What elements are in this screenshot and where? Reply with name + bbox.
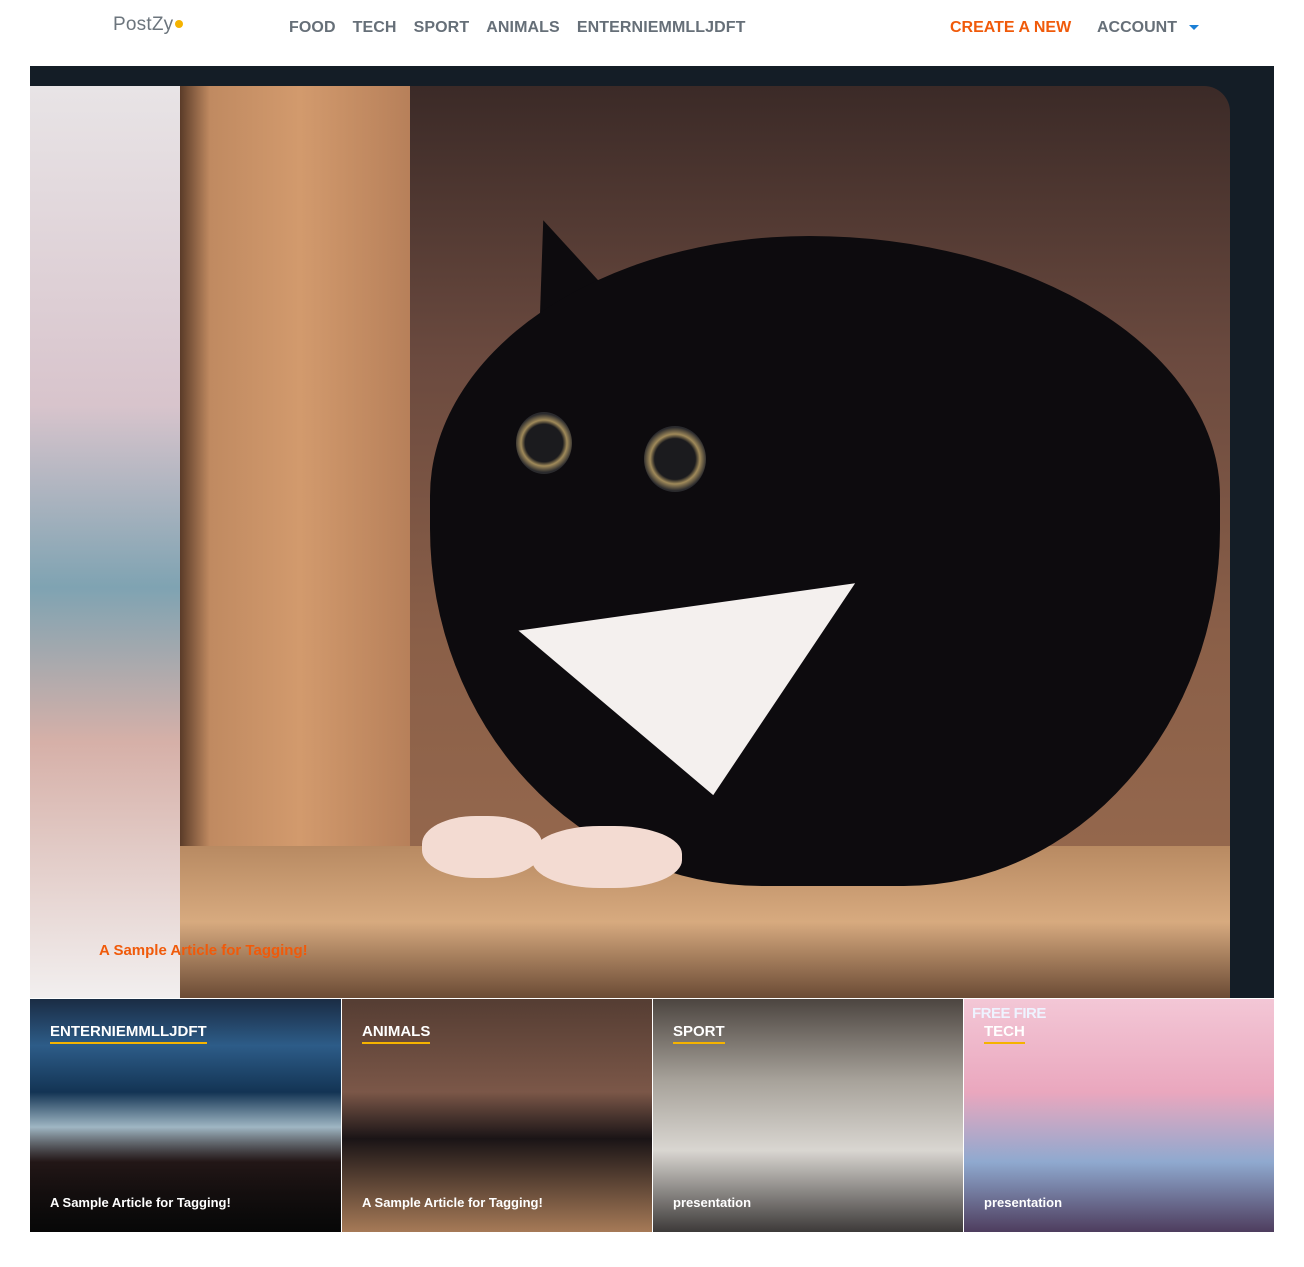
nav-item-sport[interactable]: SPORT [414,19,470,37]
article-cards: ENTERNIEMMLLJDFT A Sample Article for Ta… [30,999,1274,1232]
cat-eye-left [516,412,572,474]
card-title[interactable]: presentation [673,1195,751,1210]
logo-dot-icon [175,20,184,28]
account-menu[interactable]: ACCOUNT [1097,19,1177,37]
hero-image-background [30,86,180,998]
category-nav: FOOD TECH SPORT ANIMALS ENTERNIEMMLLJDFT [289,19,763,37]
nav-item-enterniemmlljdft[interactable]: ENTERNIEMMLLJDFT [577,19,746,37]
chevron-down-icon[interactable] [1189,25,1199,30]
article-card[interactable]: FREE FIRE TECH presentation [963,999,1274,1232]
cat-paw-left [422,816,542,878]
nav-item-food[interactable]: FOOD [289,19,336,37]
card-title[interactable]: A Sample Article for Tagging! [362,1195,543,1210]
card-category[interactable]: ANIMALS [362,1023,431,1044]
card-category[interactable]: TECH [984,1023,1025,1044]
nav-item-animals[interactable]: ANIMALS [486,19,560,37]
site-logo[interactable]: PostZy [113,14,184,36]
card-category[interactable]: SPORT [673,1023,725,1044]
card-title[interactable]: A Sample Article for Tagging! [50,1195,231,1210]
hero-image [30,86,1230,998]
card-category[interactable]: ENTERNIEMMLLJDFT [50,1023,207,1044]
site-header: PostZy FOOD TECH SPORT ANIMALS ENTERNIEM… [0,0,1304,58]
box-wall [180,86,410,946]
nav-item-tech[interactable]: TECH [353,19,397,37]
cat-eye-right [644,426,706,492]
article-card[interactable]: ENTERNIEMMLLJDFT A Sample Article for Ta… [30,999,341,1232]
featured-article[interactable]: A Sample Article for Tagging! [30,66,1274,998]
card-title[interactable]: presentation [984,1195,1062,1210]
image-watermark: FREE FIRE [972,1005,1046,1022]
logo-text: PostZy [113,14,174,35]
article-card[interactable]: ANIMALS A Sample Article for Tagging! [341,999,652,1232]
hero-article-title[interactable]: A Sample Article for Tagging! [99,942,308,959]
cat-paw-right [532,826,682,888]
create-new-link[interactable]: CREATE A NEW [950,19,1071,37]
article-card[interactable]: SPORT presentation [652,999,963,1232]
